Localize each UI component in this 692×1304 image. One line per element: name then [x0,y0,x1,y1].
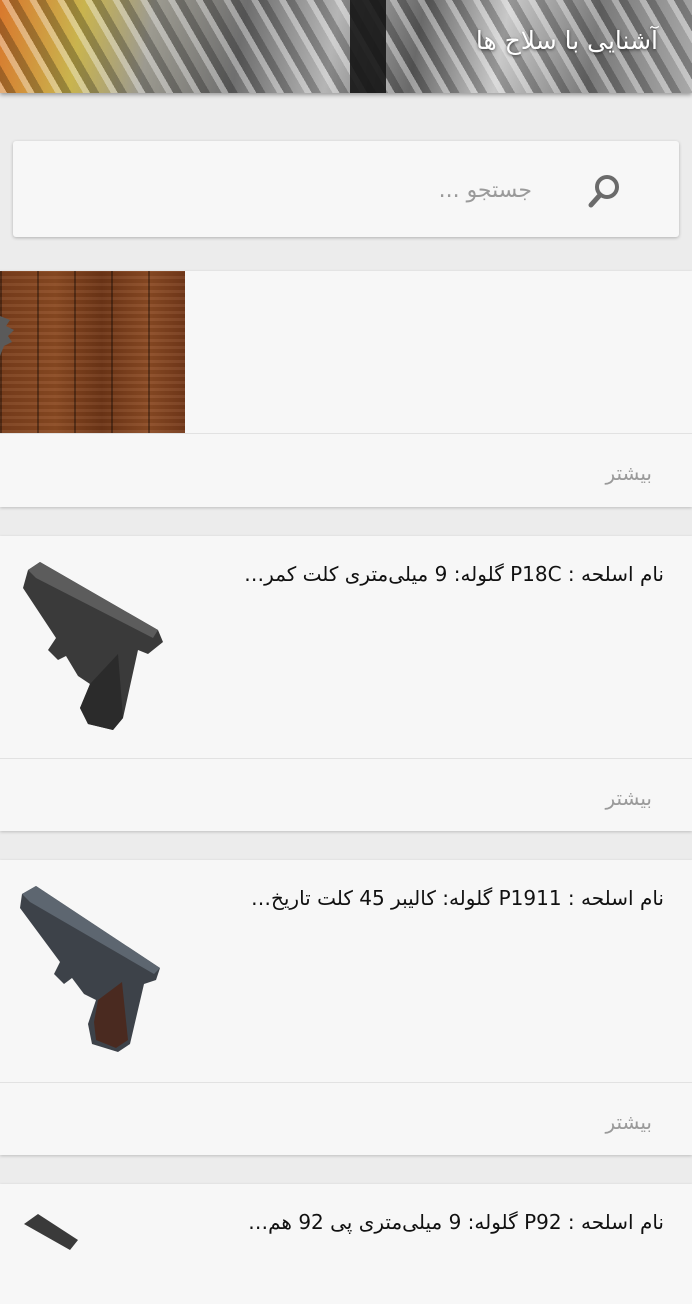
weapon-image [0,271,185,433]
more-button[interactable]: بیشتر [605,786,652,810]
search-icon[interactable] [587,172,623,210]
weapon-card[interactable]: بیشتر [0,271,692,507]
card-divider [0,433,692,434]
header-background-detail [350,0,386,93]
weapon-description: نام اسلحه : P18C گلوله: 9 میلی‌متری کلت … [244,562,664,586]
search-box[interactable] [13,141,679,237]
more-button[interactable]: بیشتر [605,1110,652,1134]
weapon-card[interactable]: نام اسلحه : P18C گلوله: 9 میلی‌متری کلت … [0,536,692,831]
search-input[interactable] [150,171,534,209]
app-header: آشنایی با سلاح ها [0,0,692,93]
weapon-description: نام اسلحه : P1911 گلوله: کالیبر 45 کلت ت… [250,886,664,910]
more-button[interactable]: بیشتر [605,461,652,485]
page-title: آشنایی با سلاح ها [475,26,658,55]
weapon-card[interactable]: نام اسلحه : P1911 گلوله: کالیبر 45 کلت ت… [0,860,692,1155]
weapon-description: نام اسلحه : P92 گلوله: 9 میلی‌متری پی 92… [248,1210,664,1234]
weapon-card[interactable]: نام اسلحه : P92 گلوله: 9 میلی‌متری پی 92… [0,1184,692,1304]
pistol-p92-image [24,1214,78,1250]
card-divider [0,1082,692,1083]
card-divider [0,758,692,759]
pistol-p18c-image [23,562,163,730]
pistol-p1911-image [20,886,160,1052]
